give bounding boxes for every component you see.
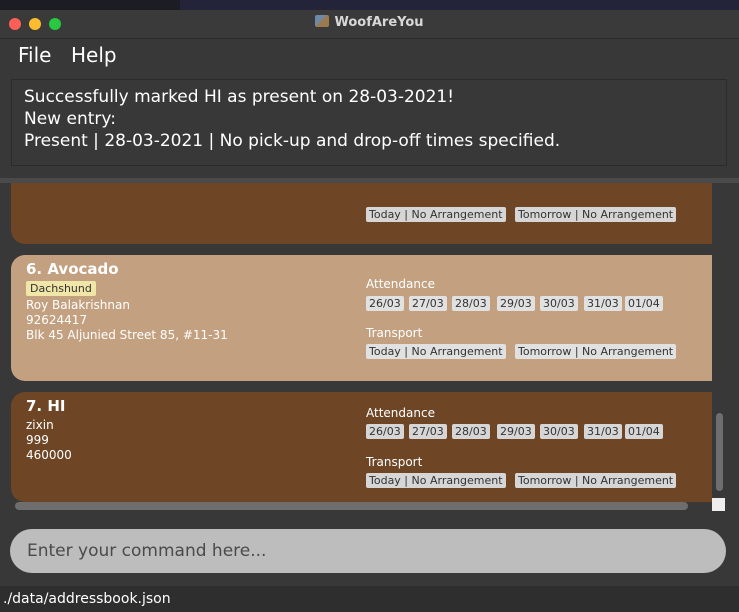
dog-name: 7. HI — [26, 397, 66, 415]
dog-card-partial[interactable]: Today | No Arrangement Tomorrow | No Arr… — [11, 183, 712, 244]
result-line-3: Present | 28-03-2021 | No pick-up and dr… — [24, 131, 561, 151]
scroll-corner — [712, 498, 725, 511]
attendance-label: Attendance — [366, 277, 435, 291]
menu-help[interactable]: Help — [67, 43, 121, 67]
command-panel — [0, 522, 739, 586]
dog-list[interactable]: Today | No Arrangement Tomorrow | No Arr… — [0, 183, 739, 522]
phone-number: 92624417 — [26, 313, 88, 327]
transport-label: Transport — [366, 455, 423, 469]
attendance-date-tag: 30/03 — [540, 424, 578, 439]
attendance-date-tag: 01/04 — [625, 424, 663, 439]
data-file-path: ./data/addressbook.json — [3, 591, 171, 607]
attendance-date-tag: 01/04 — [625, 296, 663, 311]
window-title: WoofAreYou — [334, 15, 424, 30]
attendance-date-tag: 27/03 — [409, 424, 447, 439]
attendance-date-tag: 28/03 — [452, 424, 490, 439]
attendance-date-tag: 28/03 — [452, 296, 490, 311]
attendance-date-tag: 26/03 — [366, 296, 404, 311]
vertical-scrollbar[interactable] — [716, 413, 723, 491]
title-bar: WoofAreYou — [0, 10, 739, 39]
result-panel: Successfully marked HI as present on 28-… — [0, 75, 739, 178]
transport-tomorrow-tag: Tomorrow | No Arrangement — [515, 473, 677, 488]
dog-name: 6. Avocado — [26, 260, 119, 278]
dog-card-hi[interactable]: 7. HI zixin 999 460000 Attendance 26/03 … — [11, 392, 712, 502]
result-line-2: New entry: — [24, 109, 116, 129]
attendance-label: Attendance — [366, 406, 435, 420]
phone-number: 999 — [26, 433, 49, 447]
transport-today-tag: Today | No Arrangement — [366, 207, 506, 222]
attendance-date-tag: 31/03 — [584, 424, 622, 439]
status-bar: ./data/addressbook.json — [0, 586, 739, 612]
attendance-date-tag: 30/03 — [540, 296, 578, 311]
app-window: WoofAreYou File Help Successfully marked… — [0, 10, 739, 612]
transport-tomorrow-tag: Tomorrow | No Arrangement — [515, 207, 677, 222]
transport-today-tag: Today | No Arrangement — [366, 473, 506, 488]
window-title-area: WoofAreYou — [0, 15, 739, 30]
attendance-date-tag: 29/03 — [497, 424, 535, 439]
transport-label: Transport — [366, 326, 423, 340]
result-display: Successfully marked HI as present on 28-… — [11, 79, 727, 166]
command-input[interactable] — [10, 529, 726, 573]
app-icon — [315, 15, 330, 27]
address: Blk 45 Aljunied Street 85, #11-31 — [26, 328, 228, 342]
attendance-date-tag: 31/03 — [584, 296, 622, 311]
owner-name: Roy Balakrishnan — [26, 298, 130, 312]
horizontal-scrollbar[interactable] — [15, 502, 688, 510]
transport-tomorrow-tag: Tomorrow | No Arrangement — [515, 344, 677, 359]
desktop-background — [180, 0, 739, 10]
breed-tag: Dachshund — [26, 281, 96, 296]
transport-today-tag: Today | No Arrangement — [366, 344, 506, 359]
address: 460000 — [26, 448, 72, 462]
owner-name: zixin — [26, 418, 54, 432]
dog-card-avocado[interactable]: 6. Avocado Dachshund Roy Balakrishnan 92… — [11, 255, 712, 381]
attendance-date-tag: 26/03 — [366, 424, 404, 439]
attendance-date-tag: 27/03 — [409, 296, 447, 311]
result-line-1: Successfully marked HI as present on 28-… — [24, 87, 455, 107]
attendance-date-tag: 29/03 — [497, 296, 535, 311]
menu-file[interactable]: File — [14, 43, 55, 67]
menu-bar: File Help — [0, 39, 739, 75]
